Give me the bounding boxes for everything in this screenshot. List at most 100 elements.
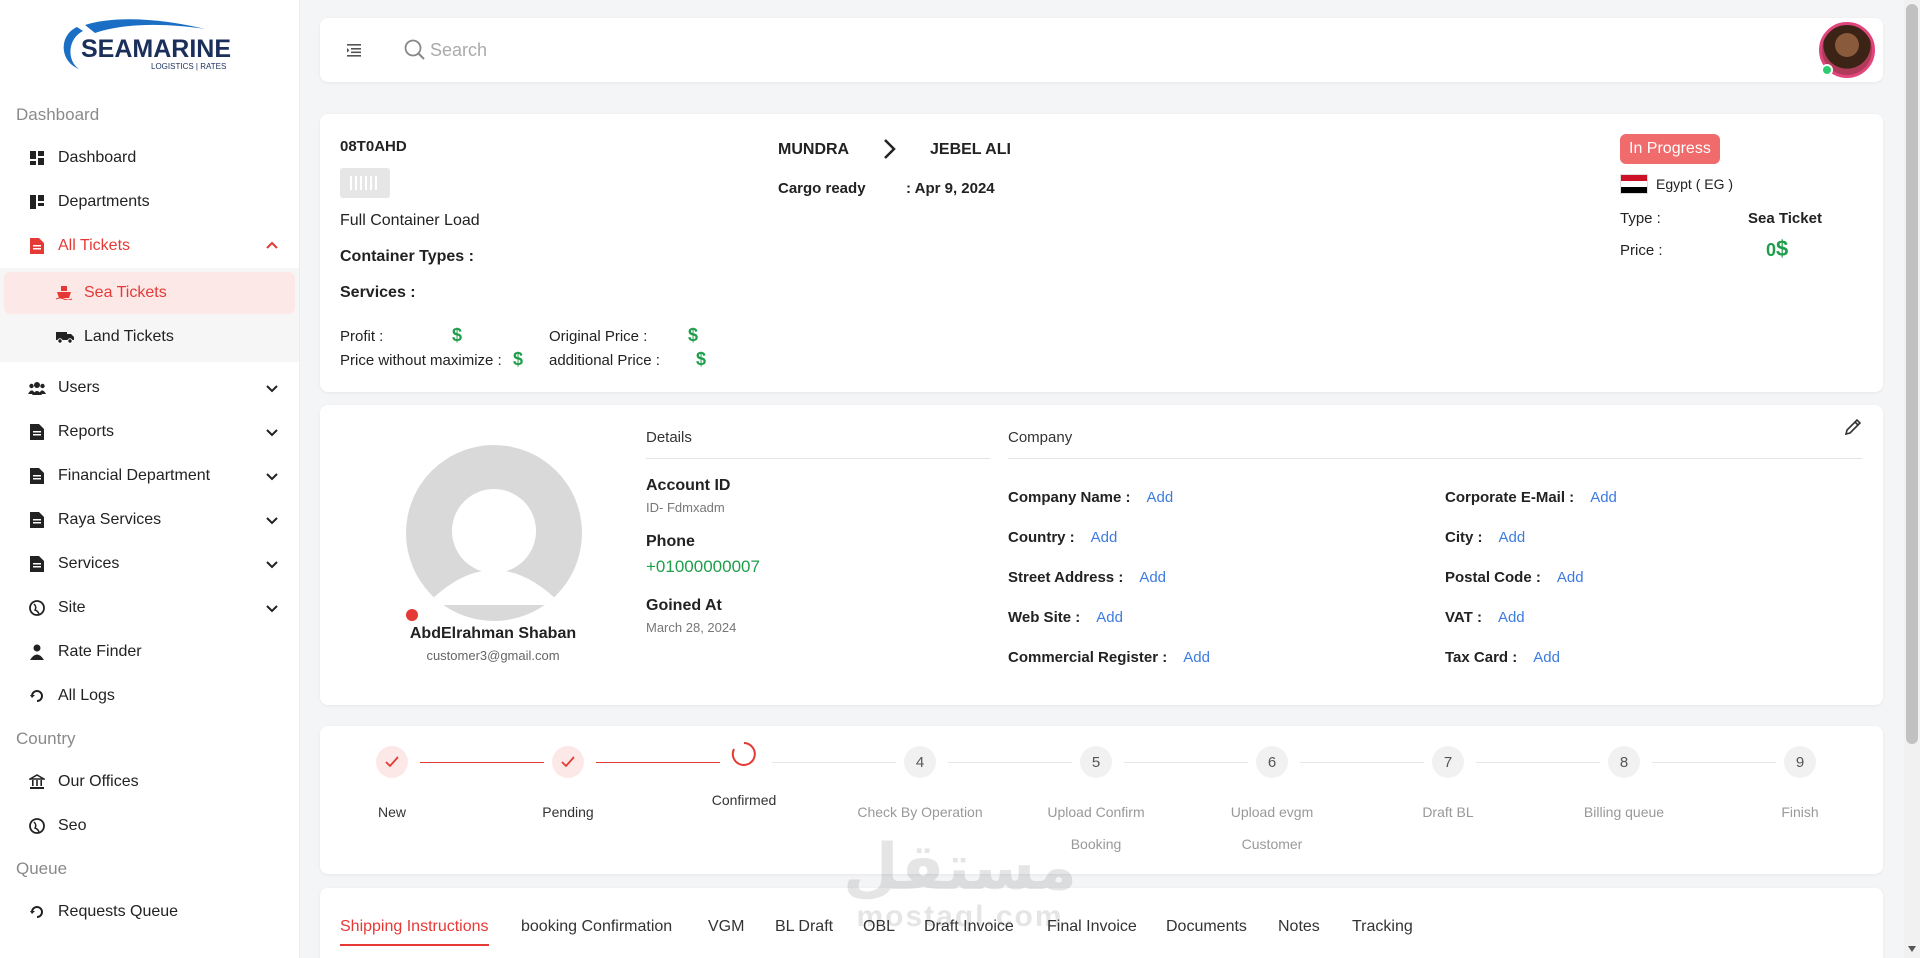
customer-name: AbdElrahman Shaban [409, 625, 577, 642]
sidebar-item-site[interactable]: Site [0, 586, 299, 630]
country-label: Country : [1008, 529, 1075, 546]
sidebar-item-land-tickets[interactable]: Land Tickets [4, 316, 295, 358]
step-finish[interactable]: 9 Finish [1730, 746, 1870, 828]
tab-notes[interactable]: Notes [1278, 918, 1320, 944]
step-label: Finish [1781, 804, 1819, 820]
tab-draft-invoice[interactable]: Draft Invoice [924, 918, 1014, 944]
account-id-value: ID- Fdmxadm [646, 500, 725, 515]
step-draft-bl[interactable]: 7 Draft BL [1378, 746, 1518, 828]
profit-label: Profit : [340, 328, 384, 345]
chevron-right-icon [884, 139, 896, 159]
sidebar-item-requests-queue[interactable]: Requests Queue [0, 890, 299, 934]
sidebar-item-all-tickets[interactable]: All Tickets [0, 224, 299, 268]
route-origin: MUNDRA [778, 141, 850, 158]
sidebar-item-rate-finder[interactable]: Rate Finder [0, 630, 299, 674]
sidebar-item-seo[interactable]: Seo [0, 804, 299, 848]
step-number: 9 [1784, 746, 1816, 778]
sidebar-item-services[interactable]: Services [0, 542, 299, 586]
company-name-add-link[interactable]: Add [1147, 489, 1174, 506]
original-price-currency: $ [688, 325, 699, 345]
sidebar-label: Rate Finder [58, 643, 142, 660]
step-confirmed[interactable]: Confirmed [674, 738, 814, 816]
sidebar-item-dashboard[interactable]: Dashboard [0, 136, 299, 180]
corporate-email-add-link[interactable]: Add [1590, 489, 1617, 506]
tab-shipping-instructions[interactable]: Shipping Instructions [340, 918, 489, 946]
step-billing-queue[interactable]: 8 Billing queue [1554, 746, 1694, 828]
step-number: 5 [1080, 746, 1112, 778]
sidebar-item-raya-services[interactable]: Raya Services [0, 498, 299, 542]
sidebar: SEAMARINE LOGISTICS | RATES Dashboard Da… [0, 0, 300, 958]
step-upload-evgm-customer[interactable]: 6 Upload evgm Customer [1202, 746, 1342, 860]
street-label: Street Address : [1008, 569, 1124, 586]
vat-add-link[interactable]: Add [1498, 609, 1525, 626]
chevron-down-icon[interactable] [265, 469, 279, 483]
tab-documents[interactable]: Documents [1166, 918, 1247, 944]
postal-add-link[interactable]: Add [1557, 569, 1584, 586]
menu-toggle-icon[interactable] [344, 40, 364, 60]
search-input[interactable] [430, 34, 930, 66]
sidebar-label: Reports [58, 423, 115, 440]
page-scrollbar-thumb[interactable] [1906, 4, 1918, 744]
services-file-icon [28, 555, 46, 573]
postal-label: Postal Code : [1445, 569, 1541, 586]
sidebar-label: Departments [58, 193, 150, 210]
city-add-link[interactable]: Add [1499, 529, 1526, 546]
company-header: Company [1008, 429, 1862, 459]
tickets-submenu: Sea Tickets Land Tickets [0, 268, 299, 362]
step-number: 6 [1256, 746, 1288, 778]
price-label: Price : [1620, 242, 1663, 259]
tab-vgm[interactable]: VGM [708, 918, 744, 944]
website-add-link[interactable]: Add [1096, 609, 1123, 626]
step-label: Billing queue [1583, 804, 1665, 820]
section-queue: Queue [16, 859, 68, 878]
tab-final-invoice[interactable]: Final Invoice [1047, 918, 1137, 944]
chevron-up-icon[interactable] [265, 239, 279, 253]
chevron-down-icon[interactable] [265, 425, 279, 439]
topbar [320, 18, 1883, 82]
pencil-edit-icon[interactable] [1843, 417, 1863, 437]
country-add-link[interactable]: Add [1091, 529, 1118, 546]
step-number: 8 [1608, 746, 1640, 778]
sidebar-item-departments[interactable]: Departments [0, 180, 299, 224]
step-pending[interactable]: Pending [498, 746, 638, 828]
sidebar-label: Raya Services [58, 511, 162, 528]
sidebar-item-reports[interactable]: Reports [0, 410, 299, 454]
sidebar-item-users[interactable]: Users [0, 366, 299, 410]
sidebar-item-financial[interactable]: Financial Department [0, 454, 299, 498]
chevron-down-icon[interactable] [265, 381, 279, 395]
price-value: 0$ [1766, 236, 1788, 262]
step-upload-confirm-booking[interactable]: 5 Upload Confirm Booking [1026, 746, 1166, 860]
sidebar-item-all-logs[interactable]: All Logs [0, 674, 299, 718]
sidebar-label: Financial Department [58, 467, 211, 484]
scroll-down-arrow-icon[interactable] [1906, 944, 1918, 954]
sidebar-item-our-offices[interactable]: Our Offices [0, 760, 299, 804]
tab-tracking[interactable]: Tracking [1352, 918, 1413, 944]
street-add-link[interactable]: Add [1139, 569, 1166, 586]
tax-card-label: Tax Card : [1445, 649, 1518, 666]
sidebar-item-sea-tickets[interactable]: Sea Tickets [4, 272, 295, 314]
chevron-down-icon[interactable] [265, 601, 279, 615]
tab-obl[interactable]: OBL [863, 918, 895, 944]
price-without-maximize-currency: $ [513, 349, 524, 369]
section-dashboard: Dashboard [16, 105, 100, 124]
price-without-maximize-label: Price without maximize : [340, 352, 502, 369]
user-icon [28, 643, 46, 661]
tax-card-row: Tax Card : Add [1445, 649, 1560, 666]
online-status-dot [1821, 64, 1833, 76]
step-check-by-operation[interactable]: 4 Check By Operation [850, 746, 990, 828]
joined-label: Goined At [646, 597, 722, 614]
company-name-row: Company Name : Add [1008, 489, 1173, 506]
commercial-add-link[interactable]: Add [1183, 649, 1210, 666]
chevron-down-icon[interactable] [265, 513, 279, 527]
tab-booking-confirmation[interactable]: booking Confirmation [521, 918, 672, 944]
sidebar-label: Our Offices [58, 773, 139, 790]
container-types-label: Container Types : [340, 248, 474, 265]
brand-logo[interactable]: SEAMARINE LOGISTICS | RATES [0, 0, 299, 94]
tax-card-add-link[interactable]: Add [1533, 649, 1560, 666]
chevron-down-icon[interactable] [265, 557, 279, 571]
globe-icon [28, 599, 46, 617]
step-new[interactable]: New [322, 746, 462, 828]
customer-email: customer3@gmail.com [426, 648, 560, 663]
tab-bl-draft[interactable]: BL Draft [775, 918, 833, 944]
svg-text:SEAMARINE: SEAMARINE [81, 35, 231, 63]
